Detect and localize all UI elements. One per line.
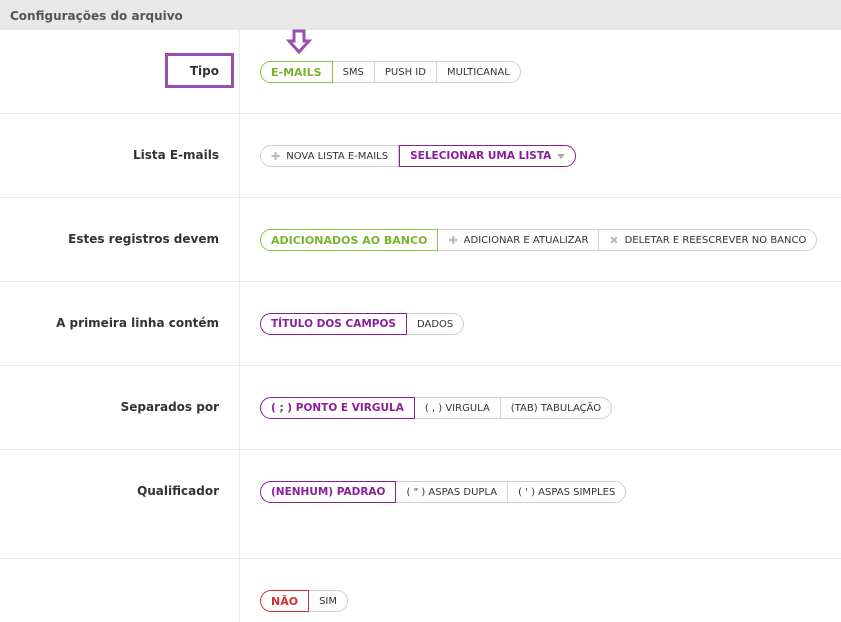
new-list-button[interactable]: ✚ NOVA LISTA E-MAILS xyxy=(260,145,400,167)
new-list-label: NOVA LISTA E-MAILS xyxy=(286,150,389,162)
registros-label: Estes registros devem xyxy=(68,232,219,246)
option-nao[interactable]: NÃO xyxy=(260,590,310,612)
nao-sim-toggle-group: NÃO SIM xyxy=(260,590,349,612)
select-list-dropdown[interactable]: SELECIONAR UMA LISTA xyxy=(399,145,577,167)
qualificador-label: Qualificador xyxy=(137,484,219,498)
plus-icon: ✚ xyxy=(448,233,458,247)
section-header: Configurações do arquivo xyxy=(0,0,841,30)
lista-button-group: ✚ NOVA LISTA E-MAILS SELECIONAR UMA LIST… xyxy=(260,145,577,167)
registros-option-deletar-label: DELETAR E REESCREVER NO BANCO xyxy=(624,234,807,246)
lista-label: Lista E-mails xyxy=(132,148,219,162)
tipo-option-sms[interactable]: SMS xyxy=(332,61,375,83)
row-divider xyxy=(0,365,841,366)
caret-down-icon xyxy=(557,153,566,159)
primeira-linha-toggle-group: TÍTULO DOS CAMPOS DADOS xyxy=(260,313,465,335)
primeira-linha-option-titulo[interactable]: TÍTULO DOS CAMPOS xyxy=(260,313,407,335)
primeira-linha-label: A primeira linha contém xyxy=(56,316,219,330)
qualificador-option-nenhum[interactable]: (NENHUM) PADRAO xyxy=(260,481,397,503)
tipo-option-multicanal[interactable]: MULTICANAL xyxy=(436,61,521,83)
separados-option-tabulacao[interactable]: (TAB) TABULAÇÃO xyxy=(500,397,613,419)
separados-option-virgula[interactable]: ( , ) VIRGULA xyxy=(414,397,501,419)
qualificador-option-aspas-simples[interactable]: ( ' ) ASPAS SIMPLES xyxy=(508,481,627,503)
registros-option-atualizar-label: ADICIONAR E ATUALIZAR xyxy=(463,234,589,246)
row-divider xyxy=(0,197,841,198)
qualificador-toggle-group: (NENHUM) PADRAO ( " ) ASPAS DUPLA ( ' ) … xyxy=(260,481,627,503)
x-icon: ✖ xyxy=(609,233,619,247)
tipo-option-emails[interactable]: E-MAILS xyxy=(260,61,333,83)
tipo-toggle-group: E-MAILS SMS PUSH ID MULTICANAL xyxy=(260,61,521,83)
column-divider xyxy=(239,30,240,622)
row-divider xyxy=(0,449,841,450)
separados-label: Separados por xyxy=(120,400,219,414)
row-divider xyxy=(0,113,841,114)
registros-option-adicionados[interactable]: ADICIONADOS AO BANCO xyxy=(260,229,439,251)
registros-toggle-group: ADICIONADOS AO BANCO ✚ ADICIONAR E ATUAL… xyxy=(260,229,818,251)
annotation-highlight-box xyxy=(165,53,234,88)
separados-option-ponto-virgula[interactable]: ( ; ) PONTO E VIRGULA xyxy=(260,397,415,419)
option-sim[interactable]: SIM xyxy=(309,590,349,612)
section-title: Configurações do arquivo xyxy=(10,9,183,23)
qualificador-option-aspas-dupla[interactable]: ( " ) ASPAS DUPLA xyxy=(396,481,509,503)
row-divider xyxy=(0,558,841,559)
row-divider xyxy=(0,281,841,282)
plus-icon: ✚ xyxy=(271,149,281,163)
primeira-linha-option-dados[interactable]: DADOS xyxy=(406,313,465,335)
separados-toggle-group: ( ; ) PONTO E VIRGULA ( , ) VIRGULA (TAB… xyxy=(260,397,613,419)
arrow-down-icon xyxy=(286,29,312,55)
registros-option-atualizar[interactable]: ✚ ADICIONAR E ATUALIZAR xyxy=(438,229,600,251)
registros-option-deletar[interactable]: ✖ DELETAR E REESCREVER NO BANCO xyxy=(599,229,818,251)
select-list-label: SELECIONAR UMA LISTA xyxy=(410,150,552,162)
tipo-option-push-id[interactable]: PUSH ID xyxy=(374,61,437,83)
